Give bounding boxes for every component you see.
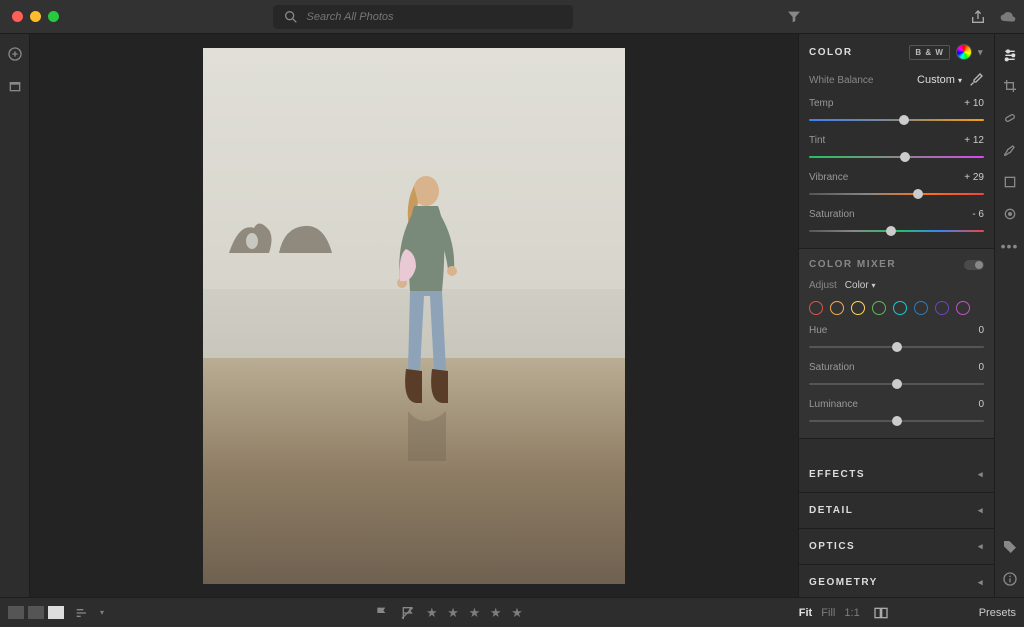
section-color: COLOR B & W ▾ White Balance Custom ▾ Tem… [799, 34, 994, 249]
section-detail[interactable]: DETAIL◂ [799, 493, 994, 529]
tint-slider[interactable] [809, 152, 984, 162]
brush-icon[interactable] [1002, 142, 1018, 158]
linear-gradient-icon[interactable] [1002, 174, 1018, 190]
section-optics[interactable]: OPTICS◂ [799, 529, 994, 565]
white-balance-select[interactable]: Custom ▾ [917, 74, 962, 86]
close-window[interactable] [12, 11, 23, 22]
swatch-6[interactable] [935, 301, 949, 315]
temp-value: + 10 [964, 98, 984, 109]
more-icon[interactable]: ••• [1001, 238, 1019, 254]
swatch-3[interactable] [872, 301, 886, 315]
sliders-icon[interactable] [1002, 46, 1018, 62]
chevron-left-icon: ◂ [978, 505, 984, 516]
vibrance-label: Vibrance [809, 172, 848, 183]
mix-sat-slider[interactable] [809, 379, 984, 389]
crop-icon[interactable] [1002, 78, 1018, 94]
color-profile-icon[interactable] [956, 44, 972, 60]
mix-sat-value: 0 [978, 362, 984, 373]
saturation-label: Saturation [809, 209, 855, 220]
saturation-value: - 6 [972, 209, 984, 220]
color-swatches [809, 301, 984, 315]
saturation-slider[interactable] [809, 226, 984, 236]
temp-slider[interactable] [809, 115, 984, 125]
swatch-5[interactable] [914, 301, 928, 315]
white-balance-label: White Balance [809, 75, 873, 86]
bw-toggle[interactable]: B & W [909, 45, 950, 60]
color-mixer-toggle[interactable] [964, 260, 984, 270]
chevron-left-icon: ◂ [978, 469, 984, 480]
tag-icon[interactable] [1002, 539, 1018, 555]
hue-value: 0 [978, 325, 984, 336]
canvas-area [30, 34, 798, 597]
tint-value: + 12 [964, 135, 984, 146]
info-icon[interactable] [1002, 571, 1018, 587]
maximize-window[interactable] [48, 11, 59, 22]
adjust-label: Adjust [809, 280, 837, 291]
chevron-left-icon: ◂ [978, 577, 984, 588]
photo-preview[interactable] [203, 48, 625, 584]
search-placeholder: Search All Photos [307, 11, 394, 23]
color-mixer-title: COLOR MIXER [809, 259, 896, 270]
radial-gradient-icon[interactable] [1002, 206, 1018, 222]
luminance-slider[interactable] [809, 416, 984, 426]
swatch-0[interactable] [809, 301, 823, 315]
add-photo-icon[interactable] [7, 46, 23, 62]
mix-sat-label: Saturation [809, 362, 855, 373]
vibrance-slider[interactable] [809, 189, 984, 199]
luminance-label: Luminance [809, 399, 858, 410]
tint-label: Tint [809, 135, 825, 146]
swatch-4[interactable] [893, 301, 907, 315]
chevron-left-icon: ◂ [978, 541, 984, 552]
share-icon[interactable] [970, 9, 986, 25]
hue-slider[interactable] [809, 342, 984, 352]
heal-icon[interactable] [1002, 110, 1018, 126]
vibrance-value: + 29 [964, 172, 984, 183]
swatch-1[interactable] [830, 301, 844, 315]
filter-icon[interactable] [786, 9, 802, 25]
top-bar: Search All Photos [0, 0, 1024, 34]
section-color-mixer: COLOR MIXER Adjust Color ▾ Hue 0 Saturati… [799, 249, 994, 439]
luminance-value: 0 [978, 399, 984, 410]
minimize-window[interactable] [30, 11, 41, 22]
section-effects[interactable]: EFFECTS◂ [799, 457, 994, 493]
temp-label: Temp [809, 98, 833, 109]
chevron-down-icon[interactable]: ▾ [978, 47, 984, 58]
search-bar[interactable]: Search All Photos [273, 5, 573, 29]
edit-panel: COLOR B & W ▾ White Balance Custom ▾ Tem… [798, 34, 994, 597]
bottom-bar: ▾ ★ ★ ★ ★ ★ Fit Fill 1:1 Presets [0, 597, 1024, 627]
cloud-icon[interactable] [1000, 9, 1016, 25]
right-rail: ••• [994, 34, 1024, 597]
swatch-7[interactable] [956, 301, 970, 315]
eyedropper-icon[interactable] [968, 72, 984, 88]
archive-icon[interactable] [7, 78, 23, 94]
window-controls [8, 11, 59, 22]
adjust-select[interactable]: Color ▾ [845, 280, 876, 291]
left-rail [0, 34, 30, 597]
section-color-title: COLOR [809, 47, 853, 58]
swatch-2[interactable] [851, 301, 865, 315]
search-icon [283, 9, 299, 25]
hue-label: Hue [809, 325, 827, 336]
section-geometry[interactable]: GEOMETRY◂ [799, 565, 994, 597]
